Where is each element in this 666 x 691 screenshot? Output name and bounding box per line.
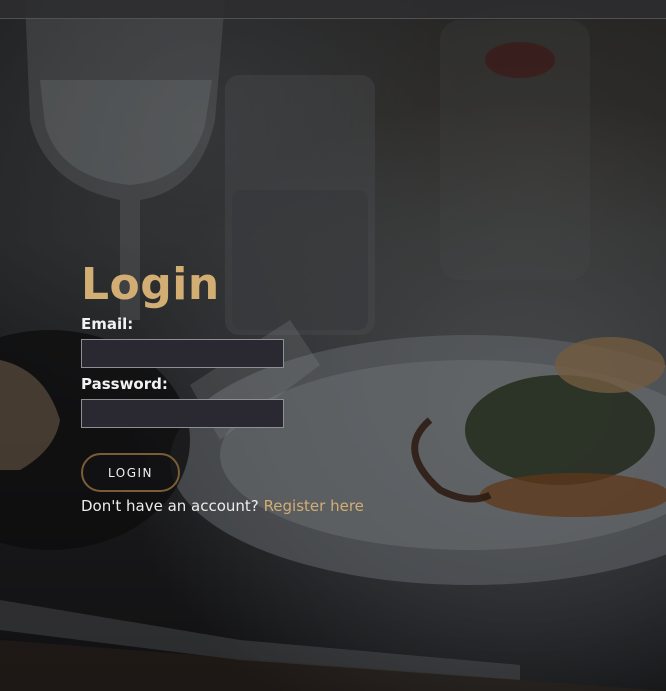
sauce-swirl-shape [411, 417, 492, 503]
password-field[interactable] [81, 399, 284, 428]
wine-glass-water-shape [40, 80, 212, 185]
email-label: Email: [81, 315, 134, 333]
email-field[interactable] [81, 339, 284, 368]
food-greens-shape [465, 375, 655, 485]
register-link[interactable]: Register here [264, 497, 364, 515]
bread-shape [0, 360, 60, 470]
background-bottle-shape [440, 20, 590, 280]
page-title: Login [81, 259, 220, 310]
register-prompt-text: Don't have an account? [81, 497, 259, 515]
login-button[interactable]: LOGIN [81, 453, 180, 492]
register-prompt: Don't have an account? Register here [81, 496, 381, 516]
password-label: Password: [81, 375, 168, 393]
fork-shadow-shape [0, 640, 666, 691]
sauce-shape [480, 473, 666, 517]
fish-fillet-shape [555, 337, 665, 393]
wine-red-shape [485, 42, 555, 78]
top-navbar [0, 0, 666, 19]
fork-shape [0, 600, 520, 680]
login-form: Login Email: Password: LOGIN Don't have … [81, 258, 381, 516]
login-page: Login Email: Password: LOGIN Don't have … [0, 0, 666, 691]
